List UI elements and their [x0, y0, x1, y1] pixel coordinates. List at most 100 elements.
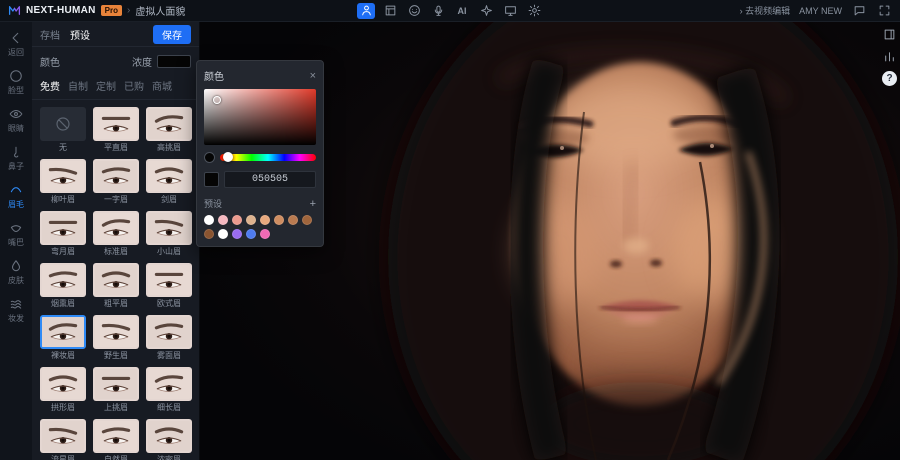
sidebar-item-skin[interactable]: 皮肤	[1, 254, 31, 291]
tool-gear-button[interactable]	[525, 3, 543, 19]
density-label: 浓度	[132, 54, 152, 69]
brow-item[interactable]: 流星眉	[40, 419, 86, 460]
panel-button[interactable]	[882, 27, 897, 42]
chart-button[interactable]	[882, 49, 897, 64]
brow-item[interactable]: 自然眉	[93, 419, 139, 460]
brow-color-swatch[interactable]	[157, 55, 191, 68]
preset-color[interactable]	[232, 229, 242, 239]
brow-item[interactable]: 柳叶眉	[40, 159, 86, 205]
brow-thumb	[40, 315, 86, 349]
tool-ai-button[interactable]: AI	[453, 3, 471, 19]
brow-item[interactable]: 细长眉	[146, 367, 192, 413]
sidebar-item-hair[interactable]: 妆发	[1, 292, 31, 329]
tool-mic-button[interactable]	[429, 3, 447, 19]
brow-thumb	[146, 315, 192, 349]
brow-item[interactable]: 小山眉	[146, 211, 192, 257]
brow-thumb-image	[42, 211, 84, 245]
brow-item[interactable]: 烟熏眉	[40, 263, 86, 309]
panel-icon	[883, 28, 896, 41]
sidebar-item-nose[interactable]: 鼻子	[1, 140, 31, 177]
brow-thumb-image	[95, 315, 137, 349]
sidebar-rail: 返回脸型眼睛鼻子眉毛嘴巴皮肤妆发	[0, 22, 32, 460]
brow-item-label: 浓密眉	[157, 454, 181, 460]
sidebar-item-face[interactable]: 脸型	[1, 64, 31, 101]
brow-thumb-image	[148, 211, 190, 245]
brow-item[interactable]: 剑眉	[146, 159, 192, 205]
color-row: 颜色 浓度	[32, 47, 199, 74]
avatar-icon	[360, 4, 373, 17]
preset-color[interactable]	[218, 229, 228, 239]
brow-item-label: 拱形眉	[51, 402, 75, 413]
brow-thumb-image	[95, 211, 137, 245]
tool-layout-button[interactable]	[381, 3, 399, 19]
pro-badge: Pro	[101, 5, 122, 16]
back-icon	[9, 31, 23, 45]
hex-color-input[interactable]	[224, 171, 316, 188]
brow-item[interactable]: 浓密眉	[146, 419, 192, 460]
category-tab-2[interactable]: 定制	[96, 78, 116, 93]
sidebar-item-brow[interactable]: 眉毛	[1, 178, 31, 215]
preset-color[interactable]	[260, 229, 270, 239]
brow-thumb	[40, 211, 86, 245]
sidebar-item-back[interactable]: 返回	[1, 26, 31, 63]
category-tab-0[interactable]: 免费	[40, 78, 60, 93]
help-button[interactable]: ?	[882, 71, 897, 86]
eye-icon	[9, 107, 23, 121]
close-icon[interactable]: ×	[310, 71, 316, 81]
preset-color[interactable]	[218, 215, 228, 225]
expand-button[interactable]	[876, 3, 892, 19]
preset-color[interactable]	[274, 215, 284, 225]
brow-thumb	[40, 367, 86, 401]
preset-color[interactable]	[288, 215, 298, 225]
category-tabs: 免费自制定制已购商城	[32, 74, 199, 100]
smiley-icon	[408, 4, 421, 17]
topbar-link-0[interactable]: › 去视频编辑	[740, 4, 791, 17]
preset-color[interactable]	[260, 215, 270, 225]
brow-item[interactable]: 拱形眉	[40, 367, 86, 413]
panel-tab-0[interactable]: 存档	[40, 27, 60, 42]
preset-color[interactable]	[246, 229, 256, 239]
preset-color[interactable]	[302, 215, 312, 225]
tool-avatar-button[interactable]	[357, 3, 375, 19]
brow-item[interactable]: 弯月眉	[40, 211, 86, 257]
brow-item[interactable]: 高挑眉	[146, 107, 192, 153]
app-window: NEXT-HUMAN Pro › 虚拟人面貌 AI › 去视频编辑AMY NEW…	[0, 0, 900, 460]
brow-item-none[interactable]: 无	[40, 107, 86, 153]
tool-sparkle-button[interactable]	[477, 3, 495, 19]
hue-handle[interactable]	[223, 152, 233, 162]
topbar-link-1[interactable]: AMY NEW	[799, 6, 842, 16]
saturation-value-area[interactable]	[204, 89, 316, 145]
hue-slider[interactable]	[220, 154, 316, 161]
sv-cursor[interactable]	[213, 96, 221, 104]
brow-thumb	[93, 211, 139, 245]
topbar-toolbar: AI	[233, 3, 667, 19]
sidebar-item-eye[interactable]: 眼睛	[1, 102, 31, 139]
preset-color[interactable]	[204, 229, 214, 239]
add-preset-button[interactable]: +	[310, 198, 316, 210]
brow-item[interactable]: 上挑眉	[93, 367, 139, 413]
category-tab-4[interactable]: 商城	[152, 78, 172, 93]
preset-color[interactable]	[246, 215, 256, 225]
brow-thumb-image	[95, 159, 137, 193]
brow-item[interactable]: 平直眉	[93, 107, 139, 153]
brow-item[interactable]: 一字眉	[93, 159, 139, 205]
preset-color[interactable]	[204, 215, 214, 225]
sidebar-item-mouth[interactable]: 嘴巴	[1, 216, 31, 253]
category-tab-1[interactable]: 自制	[68, 78, 88, 93]
preset-color[interactable]	[232, 215, 242, 225]
color-picker-popup: 颜色 × 预设 +	[196, 60, 324, 247]
brow-item[interactable]: 雾面眉	[146, 315, 192, 361]
brow-thumb	[146, 263, 192, 297]
brow-item[interactable]: 标准眉	[93, 211, 139, 257]
skin-icon	[9, 259, 23, 273]
save-button[interactable]: 保存	[153, 25, 191, 44]
brow-item[interactable]: 野生眉	[93, 315, 139, 361]
brow-item[interactable]: 裸妆眉	[40, 315, 86, 361]
brow-item[interactable]: 粗平眉	[93, 263, 139, 309]
tool-smiley-button[interactable]	[405, 3, 423, 19]
brow-item[interactable]: 欧式眉	[146, 263, 192, 309]
chat-button[interactable]	[851, 3, 867, 19]
panel-tab-1[interactable]: 预设	[70, 27, 90, 42]
tool-monitor-button[interactable]	[501, 3, 519, 19]
category-tab-3[interactable]: 已购	[124, 78, 144, 93]
